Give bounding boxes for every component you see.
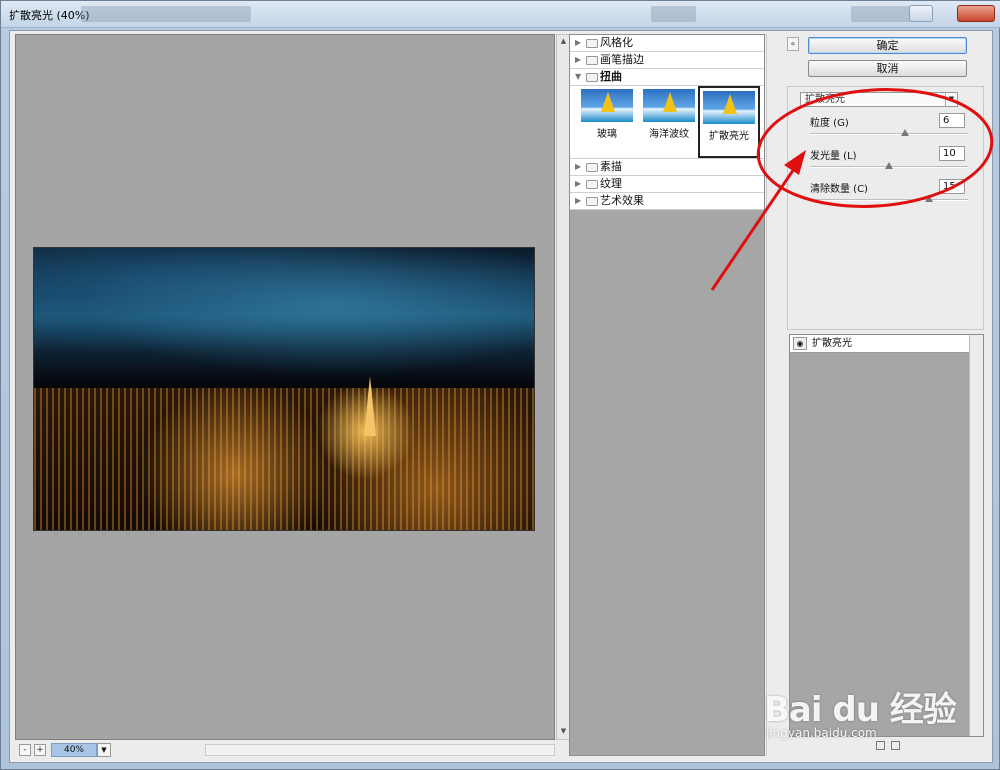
chevron-down-icon: ▼	[945, 93, 957, 106]
minimize-button[interactable]	[909, 5, 933, 22]
preview-image	[33, 247, 535, 531]
zoom-in-button[interactable]: +	[34, 744, 46, 756]
category-label: 艺术效果	[600, 194, 644, 207]
thumbnail-glass[interactable]: 玻璃	[576, 86, 638, 158]
category-label: 扭曲	[600, 70, 622, 83]
preview-vertical-scrollbar[interactable]: ▲ ▼	[556, 34, 570, 740]
category-artistic[interactable]: ▶ 艺术效果	[570, 193, 764, 210]
param-clear-amount: 清除数量 (C) 15	[810, 179, 970, 210]
dialog-client: ▲ ▼ - + 40% ▼ ▶ 风格化 ▶ 画笔描边 ▼ 扭曲 玻璃 海洋波纹 …	[9, 30, 993, 763]
clear-amount-input[interactable]: 15	[939, 179, 965, 194]
thumbnail-label: 玻璃	[597, 129, 617, 140]
watermark-brand: Bai du 经验	[764, 690, 957, 730]
collapsed-arrow-icon: ▶	[575, 55, 582, 64]
param-graininess: 粒度 (G) 6	[810, 113, 970, 144]
filter-select-value: 扩散亮光	[805, 94, 845, 105]
category-stylize[interactable]: ▶ 风格化	[570, 35, 764, 52]
filter-settings: 扩散亮光 ▼ 粒度 (G) 6 发光量 (L) 10 清除数量 (C) 15	[787, 86, 984, 330]
filter-gallery: ▶ 风格化 ▶ 画笔描边 ▼ 扭曲 玻璃 海洋波纹 扩散亮光 ▶ 素描 ▶ 纹理…	[569, 34, 765, 756]
category-label: 纹理	[600, 177, 622, 190]
folder-open-icon	[586, 73, 598, 82]
background-toolbar	[81, 6, 251, 22]
watermark-url: jingyan.baidu.com	[766, 726, 877, 740]
background-toolbar-button	[651, 6, 696, 22]
title-bar: 扩散亮光 (40%)	[1, 1, 1000, 28]
effect-layer-label: 扩散亮光	[812, 338, 852, 349]
sky-region	[34, 248, 534, 388]
zoom-out-button[interactable]: -	[19, 744, 31, 756]
category-sketch[interactable]: ▶ 素描	[570, 159, 764, 176]
folder-icon	[586, 56, 598, 65]
graininess-slider-handle[interactable]	[900, 129, 909, 136]
distort-thumbnails: 玻璃 海洋波纹 扩散亮光	[570, 86, 764, 159]
graininess-slider-track[interactable]	[810, 133, 968, 135]
delete-layer-icon[interactable]	[891, 741, 900, 750]
collapsed-arrow-icon: ▶	[575, 179, 582, 188]
category-label: 素描	[600, 160, 622, 173]
layer-actions	[876, 740, 916, 752]
baidu-watermark: Bai du 经验 jingyan.baidu.com	[764, 682, 957, 740]
param-label: 粒度 (G)	[810, 118, 849, 129]
glow-amount-slider-handle[interactable]	[885, 162, 893, 169]
folder-icon	[586, 39, 598, 48]
thumbnail-label: 海洋波纹	[649, 129, 689, 140]
scroll-down-icon[interactable]: ▼	[559, 727, 568, 737]
folder-icon	[586, 163, 598, 172]
effect-layers-panel: ◉ 扩散亮光	[789, 334, 984, 737]
ok-button[interactable]: 确定	[808, 37, 967, 54]
collapse-gallery-icon[interactable]: «	[787, 37, 799, 51]
settings-panel: « 确定 取消 扩散亮光 ▼ 粒度 (G) 6 发光量 (L) 10 清除数量 …	[781, 34, 989, 756]
layers-scrollbar[interactable]	[969, 335, 983, 736]
clear-amount-slider-track[interactable]	[810, 199, 968, 201]
thumbnail-label: 扩散亮光	[709, 131, 749, 142]
scroll-up-icon[interactable]: ▲	[559, 37, 568, 47]
sailboat-thumbnail-image	[703, 91, 755, 124]
collapsed-arrow-icon: ▶	[575, 162, 582, 171]
thumbnail-diffuse-glow[interactable]: 扩散亮光	[698, 86, 760, 158]
city-lights-region	[34, 388, 534, 530]
graininess-input[interactable]: 6	[939, 113, 965, 128]
preview-status-bar: - + 40% ▼	[15, 741, 570, 759]
new-layer-icon[interactable]	[876, 741, 885, 750]
gallery-divider[interactable]	[766, 34, 780, 756]
param-label: 发光量 (L)	[810, 151, 857, 162]
folder-icon	[586, 180, 598, 189]
category-distort[interactable]: ▼ 扭曲	[570, 69, 764, 86]
preview-pane[interactable]	[15, 34, 555, 740]
category-texture[interactable]: ▶ 纹理	[570, 176, 764, 193]
filter-gallery-window: 扩散亮光 (40%) ▲ ▼ - + 40% ▼ ▶ 风格化 ▶ 画笔描边 ▼ …	[0, 0, 1000, 770]
filter-category-list: ▶ 风格化 ▶ 画笔描边 ▼ 扭曲 玻璃 海洋波纹 扩散亮光 ▶ 素描 ▶ 纹理…	[570, 35, 764, 210]
zoom-dropdown-icon[interactable]: ▼	[97, 743, 111, 757]
thumbnail-ocean-ripple[interactable]: 海洋波纹	[638, 86, 700, 158]
zoom-level[interactable]: 40%	[51, 743, 97, 757]
filter-select[interactable]: 扩散亮光 ▼	[800, 92, 958, 107]
category-label: 风格化	[600, 36, 633, 49]
preview-horizontal-scrollbar[interactable]	[205, 744, 555, 756]
clear-amount-slider-handle[interactable]	[924, 195, 933, 202]
close-button[interactable]	[957, 5, 995, 22]
collapsed-arrow-icon: ▶	[575, 196, 582, 205]
param-label: 清除数量 (C)	[810, 184, 868, 195]
cancel-button[interactable]: 取消	[808, 60, 967, 77]
collapsed-arrow-icon: ▶	[575, 38, 582, 47]
folder-icon	[586, 197, 598, 206]
window-title: 扩散亮光 (40%)	[9, 9, 90, 22]
expanded-arrow-icon: ▼	[575, 72, 582, 81]
effect-layer-row[interactable]: ◉ 扩散亮光	[790, 335, 969, 353]
param-glow-amount: 发光量 (L) 10	[810, 146, 970, 177]
category-brush-strokes[interactable]: ▶ 画笔描边	[570, 52, 764, 69]
glow-amount-input[interactable]: 10	[939, 146, 965, 161]
eye-icon[interactable]: ◉	[793, 337, 807, 350]
category-label: 画笔描边	[600, 53, 644, 66]
sailboat-thumbnail-image	[581, 89, 633, 122]
eiffel-tower-shape	[364, 376, 376, 436]
sailboat-thumbnail-image	[643, 89, 695, 122]
